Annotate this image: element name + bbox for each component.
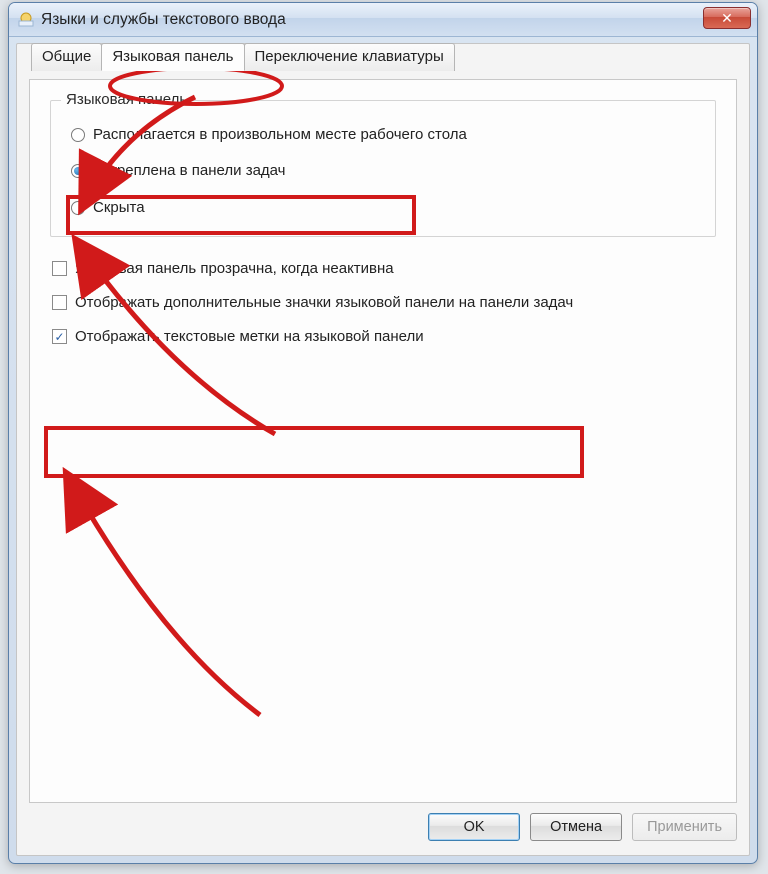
checkbox-icon: [52, 261, 67, 276]
checkbox-text-labels[interactable]: ✓ Отображать текстовые метки на языковой…: [52, 327, 716, 347]
dialog-window: Языки и службы текстового ввода ✕ Общие …: [8, 2, 758, 864]
radio-floating[interactable]: Располагается в произвольном месте рабоч…: [71, 125, 701, 145]
radio-icon: [71, 128, 85, 142]
radio-docked[interactable]: Закреплена в панели задач: [71, 161, 701, 181]
tab-keyboard-switch[interactable]: Переключение клавиатуры: [244, 43, 455, 71]
close-button[interactable]: ✕: [703, 7, 751, 29]
titlebar[interactable]: Языки и службы текстового ввода ✕: [9, 3, 757, 37]
groupbox-title: Языковая панель: [61, 91, 192, 108]
ok-button[interactable]: OK: [428, 813, 520, 841]
close-icon: ✕: [721, 11, 733, 25]
cancel-button[interactable]: Отмена: [530, 813, 622, 841]
checkbox-icon: [52, 295, 67, 310]
checkbox-extra-icons[interactable]: Отображать дополнительные значки языково…: [52, 293, 716, 313]
apply-button[interactable]: Применить: [632, 813, 737, 841]
radio-icon: [71, 201, 85, 215]
checkbox-icon: ✓: [52, 329, 67, 344]
app-icon: [17, 11, 35, 29]
client-area: Общие Языковая панель Переключение клави…: [16, 43, 750, 856]
window-title: Языки и службы текстового ввода: [41, 11, 703, 29]
tab-general[interactable]: Общие: [31, 43, 102, 71]
radio-label: Скрыта: [93, 198, 145, 218]
tab-language-bar[interactable]: Языковая панель: [101, 43, 244, 71]
radio-icon: [71, 164, 85, 178]
radio-hidden[interactable]: Скрыта: [71, 198, 701, 218]
checkbox-transparent[interactable]: Языковая панель прозрачна, когда неактив…: [52, 259, 716, 279]
groupbox-language-bar: Языковая панель Располагается в произвол…: [50, 100, 716, 237]
checkbox-label: Отображать дополнительные значки языково…: [75, 293, 573, 313]
checkbox-label: Отображать текстовые метки на языковой п…: [75, 327, 424, 347]
radio-label: Располагается в произвольном месте рабоч…: [93, 125, 467, 145]
dialog-buttons: OK Отмена Применить: [29, 813, 737, 841]
tab-page-language-bar: Языковая панель Располагается в произвол…: [29, 79, 737, 803]
radio-label: Закреплена в панели задач: [93, 161, 286, 181]
checkbox-label: Языковая панель прозрачна, когда неактив…: [75, 259, 394, 279]
tab-strip: Общие Языковая панель Переключение клави…: [31, 43, 454, 71]
